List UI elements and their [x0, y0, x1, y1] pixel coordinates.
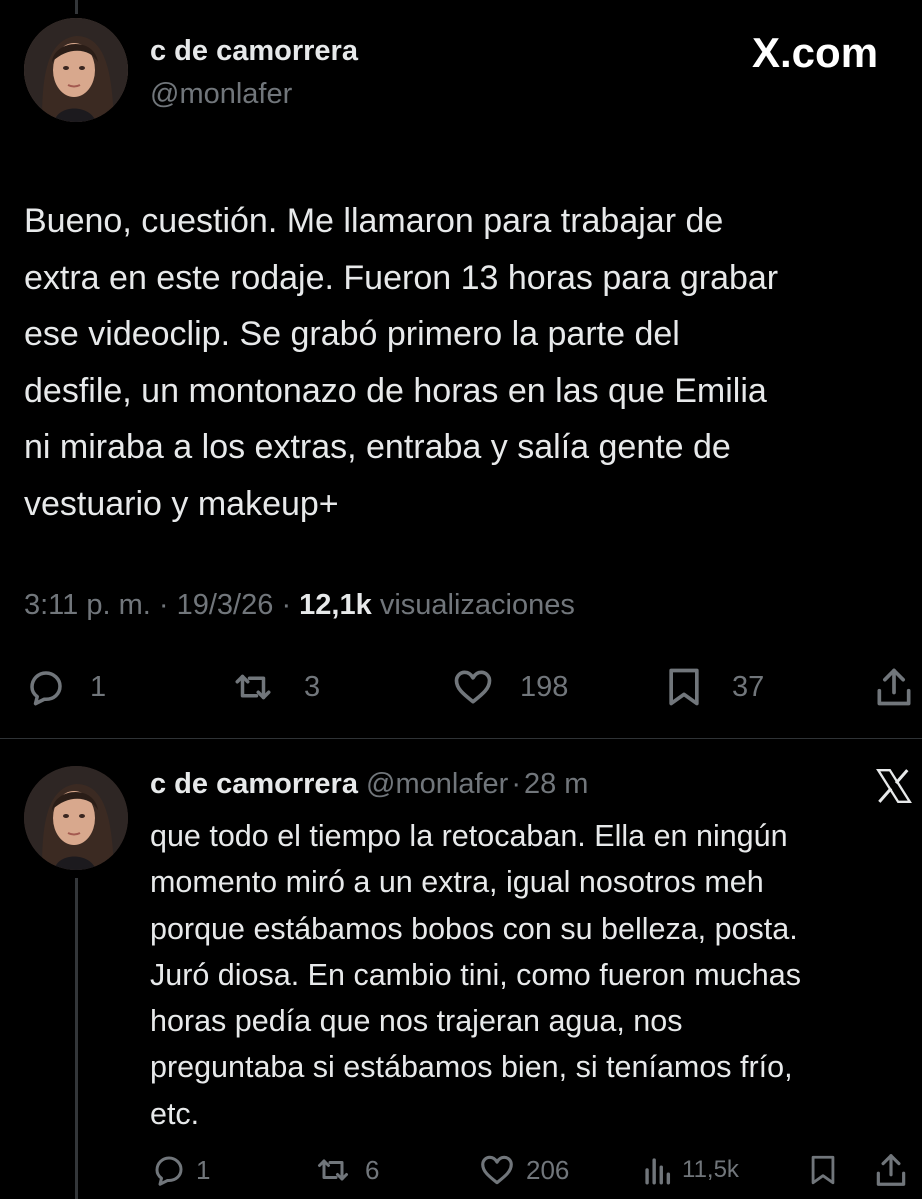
reply-views-count: 11,5k	[682, 1156, 739, 1183]
bookmark-icon	[669, 668, 699, 706]
like-button[interactable]: 198	[448, 666, 568, 708]
reply-button[interactable]: 1	[24, 666, 106, 708]
share-button[interactable]	[872, 664, 916, 710]
like-icon	[454, 670, 492, 704]
reply-separator: ·	[511, 768, 521, 800]
reply-reply-button[interactable]: 1	[150, 1152, 210, 1188]
tweet-text-line: vestuario y makeup+	[24, 484, 339, 523]
like-count: 198	[520, 670, 569, 703]
reply-text-line: preguntaba si estábamos bien, si teníamo…	[150, 1050, 793, 1085]
reply-text-line: momento miró a un extra, igual nosotros …	[150, 865, 764, 900]
tweet-meta: 3:11 p. m. · 19/3/26 · 12,1k visualizaci…	[24, 587, 575, 623]
x-brand: X.com	[752, 30, 878, 76]
tweet-text-line: ese videoclip. Se grabó primero la parte…	[24, 315, 680, 354]
reply-text-line: Juró diosa. En cambio tini, como fueron …	[150, 957, 801, 992]
tweet-text-line: extra en este rodaje. Fueron 13 horas pa…	[24, 258, 779, 297]
share-icon	[876, 1154, 906, 1186]
reply-repost-button[interactable]: 6	[313, 1152, 379, 1188]
share-icon	[877, 668, 911, 706]
reply-reply-count: 1	[196, 1154, 211, 1185]
reply-text-line: porque estábamos bobos con su belleza, p…	[150, 911, 798, 946]
thread-line	[75, 878, 78, 1199]
tweet-text-line: desfile, un montonazo de horas en las qu…	[24, 371, 767, 410]
bookmark-button[interactable]: 37	[662, 666, 764, 708]
divider	[0, 738, 922, 739]
reply-like-button[interactable]: 206	[476, 1152, 569, 1188]
reply-share-button[interactable]	[872, 1150, 910, 1190]
thread-line-top	[75, 0, 78, 14]
reply-views-button[interactable]: 11,5k	[640, 1152, 739, 1188]
reply-repost-count: 6	[365, 1154, 380, 1185]
tweet-text: Bueno, cuestión. Me llamaron para trabaj…	[24, 193, 778, 533]
views-count[interactable]: 12,1k	[299, 589, 372, 621]
reply-author-handle[interactable]: @monlafer	[366, 768, 508, 800]
tweet-text-line: ni miraba a los extras, entraba y salía …	[24, 428, 731, 467]
meta-separator: ·	[158, 589, 169, 621]
repost-icon	[318, 1159, 348, 1181]
meta-separator: ·	[281, 589, 292, 621]
reply-author-name[interactable]: c de camorrera	[150, 768, 358, 800]
views-label: visualizaciones	[379, 589, 575, 621]
views-icon	[645, 1158, 671, 1185]
tweet-date[interactable]: 19/3/26	[177, 589, 274, 621]
avatar[interactable]	[24, 18, 128, 122]
author-name[interactable]: c de camorrera	[150, 34, 358, 68]
bookmark-icon	[811, 1155, 835, 1185]
like-icon	[481, 1155, 513, 1185]
repost-button[interactable]: 3	[230, 666, 320, 708]
tweet-text-line: Bueno, cuestión. Me llamaron para trabaj…	[24, 202, 724, 240]
reply-text-line: que todo el tiempo la retocaban. Ella en…	[150, 819, 788, 853]
bookmark-count: 37	[732, 670, 765, 703]
reply-icon	[155, 1156, 183, 1186]
tweet-time[interactable]: 3:11 p. m.	[24, 589, 151, 621]
reply-header: c de camorrera @monlafer · 28 m	[150, 767, 588, 801]
reply-icon	[30, 671, 62, 706]
x-logo-icon	[874, 766, 914, 806]
reply-text: que todo el tiempo la retocaban. Ella en…	[150, 813, 801, 1137]
repost-icon	[235, 674, 271, 700]
reply-text-line: horas pedía que nos trajeran agua, nos	[150, 1004, 683, 1039]
brand-label: X.com	[752, 29, 879, 76]
reply-text-line: etc.	[150, 1096, 200, 1131]
reply-avatar[interactable]	[24, 766, 128, 870]
reply-count: 1	[90, 670, 107, 703]
reply-age[interactable]: 28 m	[524, 768, 588, 800]
author-handle[interactable]: @monlafer	[150, 77, 292, 111]
repost-count: 3	[304, 670, 321, 703]
reply-bookmark-button[interactable]	[806, 1152, 840, 1188]
reply-like-count: 206	[526, 1154, 570, 1185]
